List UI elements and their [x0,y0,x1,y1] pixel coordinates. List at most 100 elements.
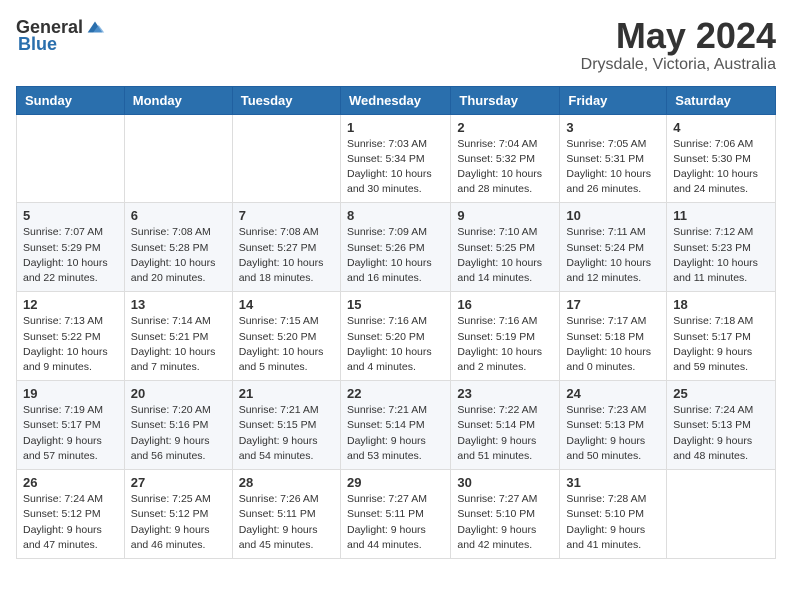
day-header-friday: Friday [560,86,667,114]
cell-info: Sunrise: 7:06 AM Sunset: 5:30 PM Dayligh… [673,137,769,198]
cell-info: Sunrise: 7:21 AM Sunset: 5:15 PM Dayligh… [239,403,334,464]
day-number: 17 [566,297,660,312]
day-number: 26 [23,475,118,490]
day-number: 12 [23,297,118,312]
calendar-cell [667,470,776,559]
calendar-cell [17,114,125,203]
day-number: 19 [23,386,118,401]
cell-info: Sunrise: 7:28 AM Sunset: 5:10 PM Dayligh… [566,492,660,553]
calendar-cell: 10 Sunrise: 7:11 AM Sunset: 5:24 PM Dayli… [560,203,667,292]
day-number: 23 [457,386,553,401]
cell-info: Sunrise: 7:21 AM Sunset: 5:14 PM Dayligh… [347,403,444,464]
cell-info: Sunrise: 7:25 AM Sunset: 5:12 PM Dayligh… [131,492,226,553]
day-number: 9 [457,208,553,223]
day-number: 15 [347,297,444,312]
cell-info: Sunrise: 7:11 AM Sunset: 5:24 PM Dayligh… [566,225,660,286]
day-number: 30 [457,475,553,490]
day-number: 14 [239,297,334,312]
calendar-cell: 1 Sunrise: 7:03 AM Sunset: 5:34 PM Daylig… [340,114,450,203]
day-number: 7 [239,208,334,223]
cell-info: Sunrise: 7:19 AM Sunset: 5:17 PM Dayligh… [23,403,118,464]
calendar-cell: 27 Sunrise: 7:25 AM Sunset: 5:12 PM Dayli… [124,470,232,559]
cell-info: Sunrise: 7:03 AM Sunset: 5:34 PM Dayligh… [347,137,444,198]
cell-info: Sunrise: 7:05 AM Sunset: 5:31 PM Dayligh… [566,137,660,198]
day-number: 11 [673,208,769,223]
day-number: 28 [239,475,334,490]
calendar-cell: 13 Sunrise: 7:14 AM Sunset: 5:21 PM Dayli… [124,292,232,381]
calendar-cell: 28 Sunrise: 7:26 AM Sunset: 5:11 PM Dayli… [232,470,340,559]
day-number: 8 [347,208,444,223]
day-number: 3 [566,120,660,135]
calendar-cell: 8 Sunrise: 7:09 AM Sunset: 5:26 PM Daylig… [340,203,450,292]
calendar-cell [124,114,232,203]
cell-info: Sunrise: 7:26 AM Sunset: 5:11 PM Dayligh… [239,492,334,553]
logo-blue: Blue [18,34,57,55]
title-block: May 2024 Drysdale, Victoria, Australia [581,16,776,74]
day-number: 16 [457,297,553,312]
logo-icon [84,16,106,38]
cell-info: Sunrise: 7:09 AM Sunset: 5:26 PM Dayligh… [347,225,444,286]
calendar-week-4: 19 Sunrise: 7:19 AM Sunset: 5:17 PM Dayli… [17,381,776,470]
calendar-cell: 25 Sunrise: 7:24 AM Sunset: 5:13 PM Dayli… [667,381,776,470]
calendar-cell [232,114,340,203]
location-title: Drysdale, Victoria, Australia [581,56,776,74]
calendar-cell: 11 Sunrise: 7:12 AM Sunset: 5:23 PM Dayli… [667,203,776,292]
cell-info: Sunrise: 7:16 AM Sunset: 5:19 PM Dayligh… [457,314,553,375]
calendar-cell: 4 Sunrise: 7:06 AM Sunset: 5:30 PM Daylig… [667,114,776,203]
cell-info: Sunrise: 7:27 AM Sunset: 5:11 PM Dayligh… [347,492,444,553]
logo: General Blue [16,16,106,55]
cell-info: Sunrise: 7:18 AM Sunset: 5:17 PM Dayligh… [673,314,769,375]
day-header-thursday: Thursday [451,86,560,114]
calendar-cell: 23Sunrise: 7:22 AM Sunset: 5:14 PM Dayli… [451,381,560,470]
days-header-row: SundayMondayTuesdayWednesdayThursdayFrid… [17,86,776,114]
calendar-table: SundayMondayTuesdayWednesdayThursdayFrid… [16,86,776,559]
calendar-cell: 24Sunrise: 7:23 AM Sunset: 5:13 PM Dayli… [560,381,667,470]
cell-info: Sunrise: 7:07 AM Sunset: 5:29 PM Dayligh… [23,225,118,286]
cell-info: Sunrise: 7:27 AM Sunset: 5:10 PM Dayligh… [457,492,553,553]
calendar-cell: 15 Sunrise: 7:16 AM Sunset: 5:20 PM Dayli… [340,292,450,381]
month-title: May 2024 [581,16,776,56]
day-number: 4 [673,120,769,135]
calendar-week-5: 26 Sunrise: 7:24 AM Sunset: 5:12 PM Dayli… [17,470,776,559]
calendar-cell: 22 Sunrise: 7:21 AM Sunset: 5:14 PM Dayli… [340,381,450,470]
cell-info: Sunrise: 7:08 AM Sunset: 5:28 PM Dayligh… [131,225,226,286]
day-number: 25 [673,386,769,401]
calendar-cell: 17Sunrise: 7:17 AM Sunset: 5:18 PM Dayli… [560,292,667,381]
page-header: General Blue May 2024 Drysdale, Victoria… [16,16,776,74]
day-number: 21 [239,386,334,401]
day-number: 18 [673,297,769,312]
day-number: 13 [131,297,226,312]
cell-info: Sunrise: 7:16 AM Sunset: 5:20 PM Dayligh… [347,314,444,375]
calendar-cell: 2 Sunrise: 7:04 AM Sunset: 5:32 PM Daylig… [451,114,560,203]
day-number: 1 [347,120,444,135]
cell-info: Sunrise: 7:08 AM Sunset: 5:27 PM Dayligh… [239,225,334,286]
calendar-cell: 30 Sunrise: 7:27 AM Sunset: 5:10 PM Dayli… [451,470,560,559]
calendar-cell: 9 Sunrise: 7:10 AM Sunset: 5:25 PM Daylig… [451,203,560,292]
day-number: 10 [566,208,660,223]
calendar-cell: 3 Sunrise: 7:05 AM Sunset: 5:31 PM Daylig… [560,114,667,203]
day-number: 20 [131,386,226,401]
calendar-cell: 14Sunrise: 7:15 AM Sunset: 5:20 PM Dayli… [232,292,340,381]
calendar-cell: 31Sunrise: 7:28 AM Sunset: 5:10 PM Dayli… [560,470,667,559]
cell-info: Sunrise: 7:14 AM Sunset: 5:21 PM Dayligh… [131,314,226,375]
cell-info: Sunrise: 7:12 AM Sunset: 5:23 PM Dayligh… [673,225,769,286]
calendar-week-2: 5 Sunrise: 7:07 AM Sunset: 5:29 PM Daylig… [17,203,776,292]
day-header-tuesday: Tuesday [232,86,340,114]
day-number: 2 [457,120,553,135]
day-number: 22 [347,386,444,401]
cell-info: Sunrise: 7:04 AM Sunset: 5:32 PM Dayligh… [457,137,553,198]
calendar-cell: 20Sunrise: 7:20 AM Sunset: 5:16 PM Dayli… [124,381,232,470]
day-number: 29 [347,475,444,490]
day-number: 27 [131,475,226,490]
day-header-wednesday: Wednesday [340,86,450,114]
cell-info: Sunrise: 7:24 AM Sunset: 5:12 PM Dayligh… [23,492,118,553]
calendar-week-3: 12Sunrise: 7:13 AM Sunset: 5:22 PM Dayli… [17,292,776,381]
calendar-cell: 29 Sunrise: 7:27 AM Sunset: 5:11 PM Dayli… [340,470,450,559]
day-number: 5 [23,208,118,223]
calendar-cell: 7 Sunrise: 7:08 AM Sunset: 5:27 PM Daylig… [232,203,340,292]
cell-info: Sunrise: 7:24 AM Sunset: 5:13 PM Dayligh… [673,403,769,464]
calendar-cell: 16 Sunrise: 7:16 AM Sunset: 5:19 PM Dayli… [451,292,560,381]
calendar-cell: 6Sunrise: 7:08 AM Sunset: 5:28 PM Daylig… [124,203,232,292]
cell-info: Sunrise: 7:10 AM Sunset: 5:25 PM Dayligh… [457,225,553,286]
day-header-sunday: Sunday [17,86,125,114]
